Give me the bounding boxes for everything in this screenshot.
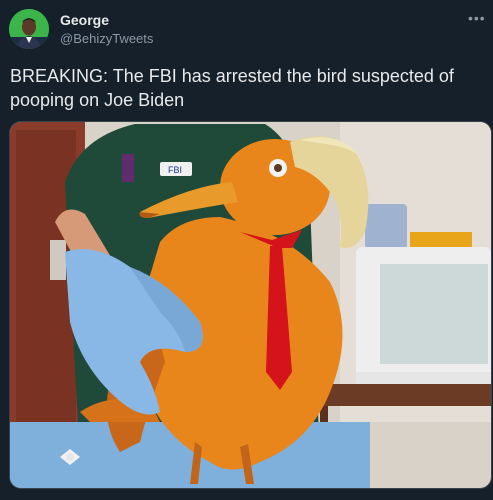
more-options-icon[interactable]: ••• bbox=[468, 10, 488, 26]
author-avatar[interactable] bbox=[9, 9, 49, 49]
author-handle[interactable]: @BehizyTweets bbox=[60, 31, 153, 46]
tweet-text: BREAKING: The FBI has arrested the bird … bbox=[10, 66, 454, 110]
avatar-image bbox=[9, 9, 49, 49]
tweet: George @BehizyTweets ••• BREAKING: The F… bbox=[0, 0, 493, 500]
badge-text: FBI bbox=[168, 165, 182, 175]
bird-photo: FBI bbox=[10, 122, 491, 488]
author-name[interactable]: George bbox=[60, 12, 109, 28]
tweet-image[interactable]: FBI bbox=[9, 121, 492, 489]
